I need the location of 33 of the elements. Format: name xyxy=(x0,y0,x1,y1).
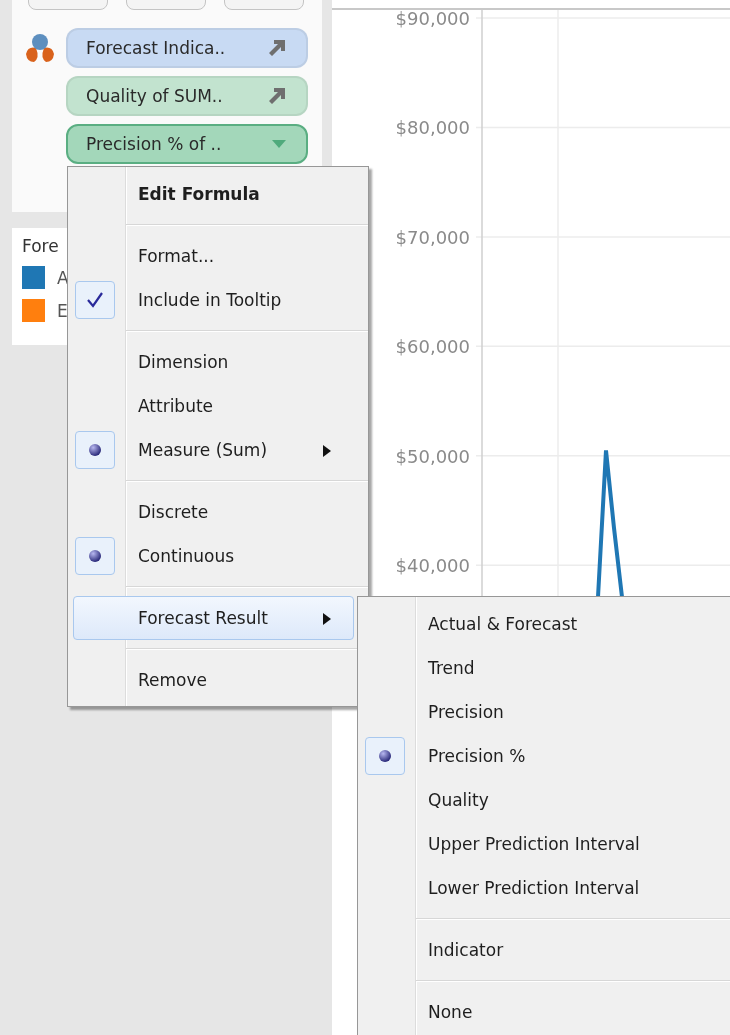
menu-item[interactable]: Actual & Forecast xyxy=(363,602,730,646)
menu-item[interactable]: Include in Tooltip xyxy=(73,278,354,322)
axis-label: $40,000 xyxy=(395,555,470,577)
menu-item[interactable]: Precision % xyxy=(363,734,730,778)
menu-item[interactable]: Format... xyxy=(73,234,354,278)
field-pill[interactable]: Precision % of .. xyxy=(66,124,308,164)
menu-item[interactable]: Lower Prediction Interval xyxy=(363,866,730,910)
legend-label: E xyxy=(57,300,68,321)
dropdown-icon xyxy=(272,140,286,148)
menu-item[interactable]: Upper Prediction Interval xyxy=(363,822,730,866)
axis-label: $90,000 xyxy=(395,10,470,29)
menu-item[interactable]: Precision xyxy=(363,690,730,734)
menu-item[interactable]: Discrete xyxy=(73,490,354,534)
menu-item[interactable]: Forecast Result xyxy=(73,596,354,640)
menu-item[interactable]: Continuous xyxy=(73,534,354,578)
menu-item[interactable]: Dimension xyxy=(73,340,354,384)
menu-item[interactable]: Indicator xyxy=(363,928,730,972)
menu-item[interactable]: Attribute xyxy=(73,384,354,428)
menu-item[interactable]: Edit Formula xyxy=(73,172,354,216)
axis-label: $60,000 xyxy=(395,336,470,358)
menu-item[interactable]: Measure (Sum) xyxy=(73,428,354,472)
axis-label: $70,000 xyxy=(395,226,470,248)
field-pill[interactable]: Quality of SUM.. xyxy=(66,76,308,116)
axis-label: $80,000 xyxy=(395,117,470,139)
menu-item[interactable]: Trend xyxy=(363,646,730,690)
menu-item[interactable]: Quality xyxy=(363,778,730,822)
arrow-icon xyxy=(268,39,286,57)
legend-title: Fore xyxy=(22,236,59,256)
arrow-icon xyxy=(268,87,286,105)
menu-item[interactable]: Remove xyxy=(73,658,354,702)
axis-label: $50,000 xyxy=(395,445,470,467)
menu-item[interactable]: None xyxy=(363,990,730,1034)
field-pill[interactable]: Forecast Indica.. xyxy=(66,28,308,68)
